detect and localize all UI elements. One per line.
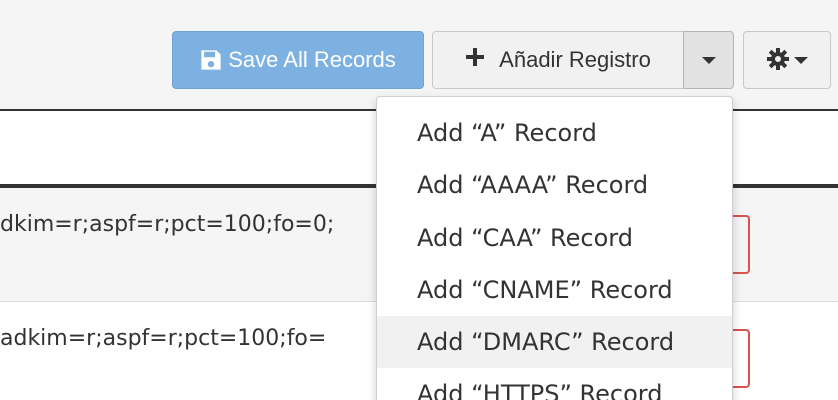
add-record-button[interactable]: Añadir Registro xyxy=(432,31,684,89)
add-record-label: Añadir Registro xyxy=(499,47,651,72)
caret-down-icon xyxy=(794,56,808,64)
menu-item-add-dmarc-record[interactable]: Add “DMARC” Record xyxy=(377,316,732,368)
menu-item-add-a-record[interactable]: Add “A” Record xyxy=(377,107,732,159)
menu-item-add-https-record[interactable]: Add “HTTPS” Record xyxy=(377,368,732,400)
add-record-dropdown-menu: Add “A” Record Add “AAAA” Record Add “CA… xyxy=(376,96,733,400)
save-all-records-label: Save All Records xyxy=(228,47,396,72)
menu-item-add-cname-record[interactable]: Add “CNAME” Record xyxy=(377,264,732,316)
plus-icon xyxy=(465,47,485,73)
gear-icon xyxy=(766,47,790,74)
dns-zone-editor: Save All Records Añadir Registro dkim=r;… xyxy=(0,0,838,400)
menu-item-add-aaaa-record[interactable]: Add “AAAA” Record xyxy=(377,159,732,211)
menu-item-add-caa-record[interactable]: Add “CAA” Record xyxy=(377,212,732,264)
caret-down-icon xyxy=(701,56,716,64)
record-value: dkim=r;aspf=r;pct=100;fo=0; xyxy=(0,212,335,237)
settings-menu-button[interactable] xyxy=(743,31,831,89)
add-record-dropdown-toggle[interactable] xyxy=(683,31,734,89)
save-all-records-button[interactable]: Save All Records xyxy=(172,31,424,89)
floppy-disk-icon xyxy=(200,49,222,71)
record-value: adkim=r;aspf=r;pct=100;fo= xyxy=(0,326,327,351)
